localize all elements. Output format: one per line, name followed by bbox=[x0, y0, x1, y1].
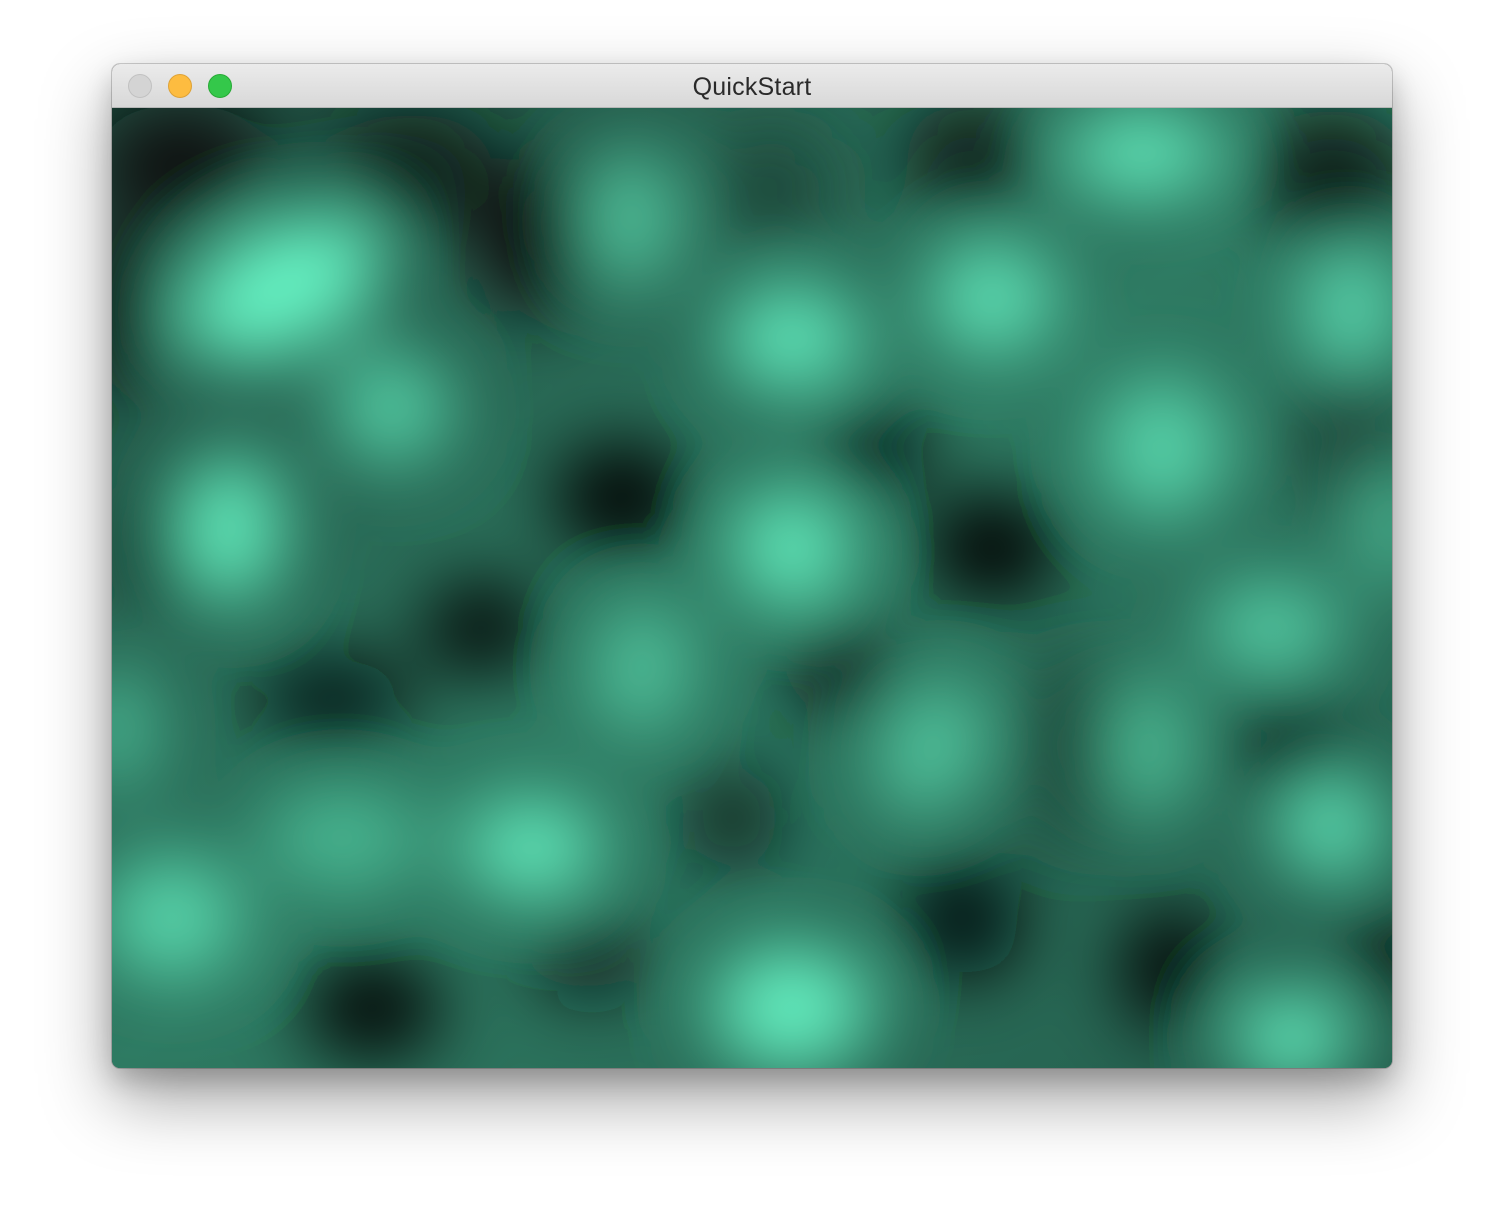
window-title: QuickStart bbox=[692, 73, 812, 101]
app-window: QuickStart bbox=[112, 64, 1392, 1068]
noise-render bbox=[112, 108, 1392, 1068]
noise-canvas[interactable] bbox=[112, 108, 1392, 1068]
title-bar[interactable]: QuickStart bbox=[112, 64, 1392, 108]
